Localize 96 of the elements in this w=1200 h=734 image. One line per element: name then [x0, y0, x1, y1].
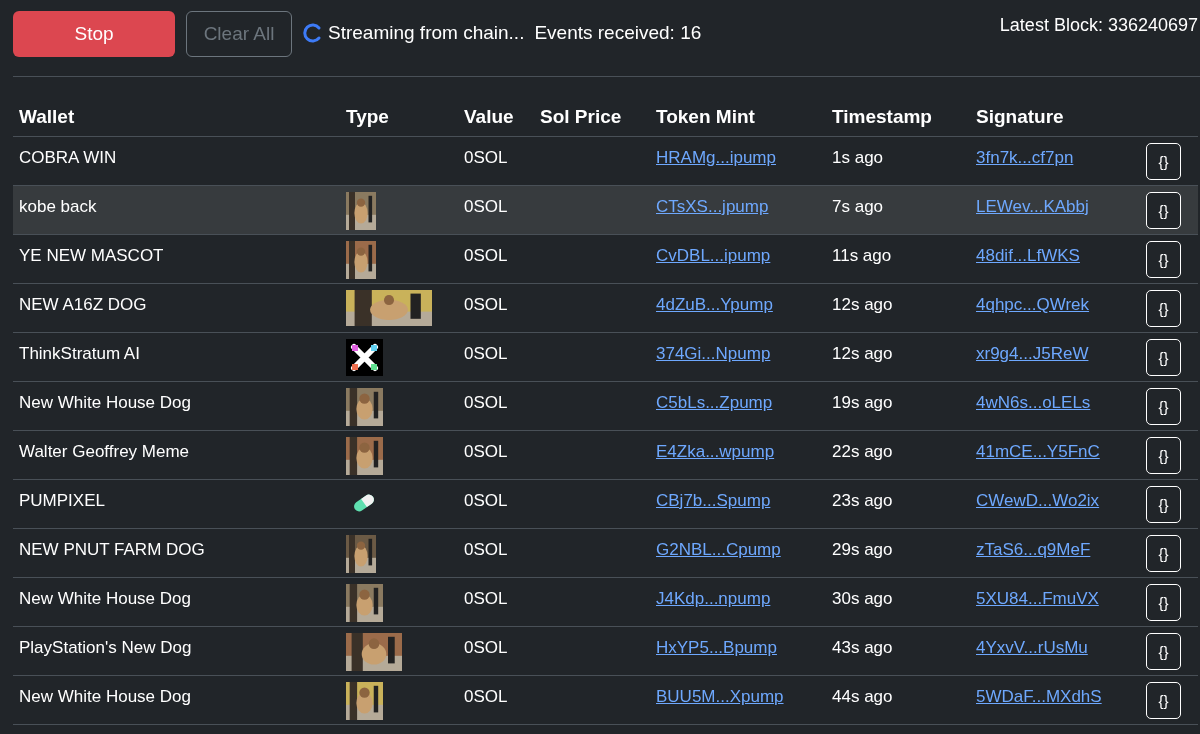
json-button[interactable]: {} [1146, 437, 1181, 474]
table-row[interactable]: NEW A16Z DOG 0SOL 4dZuB...Ypump 12s ago 4qhpc...QWrek {} [13, 283, 1198, 333]
timestamp-text: 19s ago [832, 393, 893, 413]
json-button[interactable]: {} [1146, 584, 1181, 621]
wallet-name: PlayStation's New Dog [19, 638, 192, 658]
timestamp-text: 23s ago [832, 491, 893, 511]
signature-link[interactable]: 5WDaF...MXdhS [976, 687, 1102, 707]
column-header: Timestamp [826, 97, 970, 137]
wallet-name: COBRA WIN [19, 148, 117, 168]
signature-link[interactable]: 4qhpc...QWrek [976, 295, 1090, 315]
token-mint-link[interactable]: CvDBL...ipump [656, 246, 771, 266]
json-button[interactable]: {} [1146, 633, 1181, 670]
wallet-name: New White House Dog [19, 589, 191, 609]
signature-link[interactable]: 41mCE...Y5FnC [976, 442, 1100, 462]
events-count: Events received: 16 [534, 22, 702, 44]
signature-link[interactable]: 5XU84...FmuVX [976, 589, 1099, 609]
column-header: Value [458, 97, 534, 137]
signature-link[interactable]: xr9g4...J5ReW [976, 344, 1089, 364]
value-text: 0SOL [464, 687, 508, 707]
table-row[interactable]: ThinkStratum AI 0SOL 374Gi...Npump 12s ago xr9g4...J5ReW {} [13, 332, 1198, 382]
token-mint-link[interactable]: HxYP5...Bpump [656, 638, 777, 658]
value-text: 0SOL [464, 589, 508, 609]
token-mint-link[interactable]: HRAMg...ipump [656, 148, 776, 168]
token-mint-link[interactable]: C5bLs...Zpump [656, 393, 773, 413]
table-row[interactable]: New White House Dog 0SOL J4Kdp...npump 30s ago 5XU84...FmuVX {} [13, 577, 1198, 627]
timestamp-text: 29s ago [832, 540, 893, 560]
value-text: 0SOL [464, 393, 508, 413]
token-mint-link[interactable]: E4Zka...wpump [656, 442, 775, 462]
token-mint-link[interactable]: 4dZuB...Ypump [656, 295, 773, 315]
json-button[interactable]: {} [1146, 339, 1181, 376]
signature-link[interactable]: 4wN6s...oLELs [976, 393, 1091, 413]
latest-block-text: Latest Block: 336240697 [999, 15, 1199, 36]
timestamp-text: 12s ago [832, 295, 893, 315]
table-row[interactable]: NEW PNUT FARM DOG 0SOL G2NBL...Cpump 29s ago zTaS6...q9MeF {} [13, 528, 1198, 578]
wallet-name: New White House Dog [19, 393, 191, 413]
timestamp-text: 11s ago [832, 246, 892, 266]
table-row[interactable]: kobe back 0SOL CTsXS...jpump 7s ago LEWev...KAbbj {} [13, 185, 1198, 235]
json-button[interactable]: {} [1146, 290, 1181, 327]
value-text: 0SOL [464, 540, 508, 560]
streaming-status: Streaming from chain... [328, 22, 525, 44]
json-button[interactable]: {} [1146, 682, 1181, 719]
table-row[interactable]: New White House Dog 0SOL C5bLs...Zpump 19s ago 4wN6s...oLELs {} [13, 381, 1198, 431]
timestamp-text: 7s ago [832, 197, 884, 217]
table-row[interactable]: COBRA WIN 0SOL HRAMg...ipump 1s ago 3fn7k...cf7pn {} [13, 136, 1198, 186]
column-header: Type [340, 97, 458, 137]
wallet-name: Walter Geoffrey Meme [19, 442, 190, 462]
column-header: Token Mint [650, 97, 826, 137]
signature-link[interactable]: CWewD...Wo2ix [976, 491, 1100, 511]
value-text: 0SOL [464, 197, 508, 217]
timestamp-text: 1s ago [832, 148, 884, 168]
json-button[interactable]: {} [1146, 192, 1181, 229]
json-button[interactable]: {} [1146, 143, 1181, 180]
table-row[interactable]: New White House Dog 0SOL BUU5M...Xpump 44s ago 5WDaF...MXdhS {} [13, 675, 1198, 725]
value-text: 0SOL [464, 442, 508, 462]
value-text: 0SOL [464, 344, 508, 364]
table-row[interactable]: YE NEW MASCOT 0SOL CvDBL...ipump 11s ago 48dif...LfWKS {} [13, 234, 1198, 284]
token-mint-link[interactable]: BUU5M...Xpump [656, 687, 784, 707]
wallet-name: YE NEW MASCOT [19, 246, 164, 266]
token-mint-link[interactable]: J4Kdp...npump [656, 589, 771, 609]
json-button[interactable]: {} [1146, 486, 1181, 523]
signature-link[interactable]: 4YxvV...rUsMu [976, 638, 1088, 658]
table-row[interactable]: PUMPIXEL 0SOL CBj7b...Spump 23s ago CWewD...Wo2ix {} [13, 479, 1198, 529]
table-row[interactable]: PlayStation's New Dog 0SOL HxYP5...Bpump 43s ago 4YxvV...rUsMu {} [13, 626, 1198, 676]
json-button[interactable]: {} [1146, 388, 1181, 425]
signature-link[interactable]: 3fn7k...cf7pn [976, 148, 1074, 168]
stop-button[interactable]: Stop [13, 11, 175, 57]
wallet-name: NEW A16Z DOG [19, 295, 147, 315]
wallet-name: ThinkStratum AI [19, 344, 140, 364]
json-button[interactable]: {} [1146, 241, 1181, 278]
column-header: Wallet [13, 97, 340, 137]
json-button[interactable]: {} [1146, 535, 1181, 572]
timestamp-text: 30s ago [832, 589, 893, 609]
timestamp-text: 22s ago [832, 442, 893, 462]
token-mint-link[interactable]: 374Gi...Npump [656, 344, 771, 364]
wallet-name: kobe back [19, 197, 97, 217]
wallet-name: NEW PNUT FARM DOG [19, 540, 205, 560]
timestamp-text: 12s ago [832, 344, 893, 364]
signature-link[interactable]: zTaS6...q9MeF [976, 540, 1091, 560]
value-text: 0SOL [464, 491, 508, 511]
token-mint-link[interactable]: G2NBL...Cpump [656, 540, 781, 560]
column-header: Signature [970, 97, 1140, 137]
timestamp-text: 43s ago [832, 638, 893, 658]
wallet-name: PUMPIXEL [19, 491, 105, 511]
signature-link[interactable]: LEWev...KAbbj [976, 197, 1089, 217]
signature-link[interactable]: 48dif...LfWKS [976, 246, 1080, 266]
value-text: 0SOL [464, 148, 508, 168]
table-row[interactable]: Walter Geoffrey Meme 0SOL E4Zka...wpump 22s ago 41mCE...Y5FnC {} [13, 430, 1198, 480]
token-mint-link[interactable]: CTsXS...jpump [656, 197, 769, 217]
x-logo-icon [346, 339, 383, 376]
value-text: 0SOL [464, 638, 508, 658]
value-text: 0SOL [464, 295, 508, 315]
wallet-name: New White House Dog [19, 687, 191, 707]
column-header: Sol Price [534, 97, 650, 137]
timestamp-text: 44s ago [832, 687, 893, 707]
token-mint-link[interactable]: CBj7b...Spump [656, 491, 771, 511]
value-text: 0SOL [464, 246, 508, 266]
